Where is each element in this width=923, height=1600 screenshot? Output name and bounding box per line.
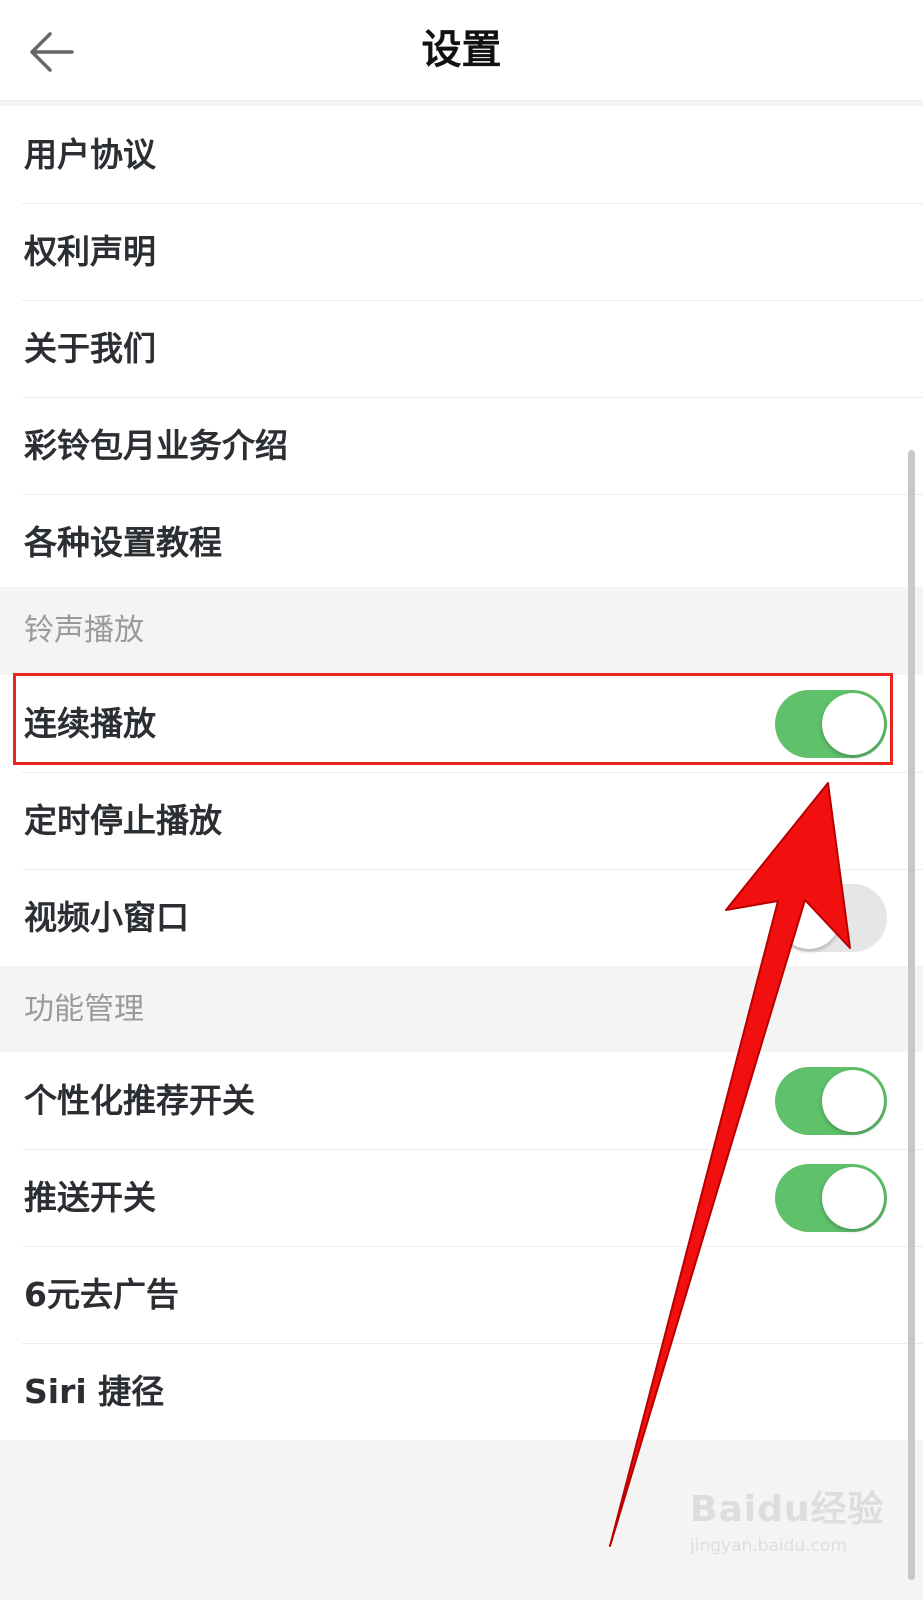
- row-timer-stop[interactable]: 定时停止播放: [0, 772, 923, 869]
- settings-group-info: 用户协议 权利声明 关于我们 彩铃包月业务介绍 各种设置教程: [0, 106, 923, 591]
- row-user-agreement[interactable]: 用户协议: [0, 106, 923, 203]
- row-ringback-intro[interactable]: 彩铃包月业务介绍: [0, 397, 923, 494]
- row-label: 各种设置教程: [24, 523, 222, 562]
- push-toggle[interactable]: [775, 1164, 887, 1232]
- row-video-mini-window[interactable]: 视频小窗口: [0, 869, 923, 966]
- section-header-ringtone: 铃声播放: [0, 587, 923, 675]
- nav-bar: 设置: [0, 0, 923, 101]
- toggle-knob: [778, 887, 840, 949]
- row-setup-tutorials[interactable]: 各种设置教程: [0, 494, 923, 591]
- watermark-brand: Baidu经验: [690, 1489, 885, 1530]
- toggle-knob: [822, 1070, 884, 1132]
- settings-group-features: 个性化推荐开关 推送开关 6元去广告 Siri 捷径: [0, 1052, 923, 1440]
- toggle-knob: [822, 693, 884, 755]
- personalized-toggle[interactable]: [775, 1067, 887, 1135]
- scrollbar[interactable]: [908, 450, 915, 1580]
- row-label: 用户协议: [24, 135, 156, 174]
- row-label: 定时停止播放: [24, 801, 222, 840]
- page-title: 设置: [421, 27, 502, 73]
- row-remove-ads[interactable]: 6元去广告: [0, 1246, 923, 1343]
- row-rights-statement[interactable]: 权利声明: [0, 203, 923, 300]
- row-label: 推送开关: [24, 1178, 156, 1217]
- row-label: 视频小窗口: [24, 898, 189, 937]
- row-push-switch[interactable]: 推送开关: [0, 1149, 923, 1246]
- toggle-knob: [822, 1167, 884, 1229]
- row-personalized-recommend[interactable]: 个性化推荐开关: [0, 1052, 923, 1149]
- watermark: Baidu经验 jingyan.baidu.com: [690, 1480, 910, 1590]
- continuous-play-toggle[interactable]: [775, 690, 887, 758]
- row-siri-shortcut[interactable]: Siri 捷径: [0, 1343, 923, 1440]
- row-label: 6元去广告: [24, 1275, 179, 1314]
- video-mini-window-toggle[interactable]: [775, 884, 887, 952]
- row-label: 彩铃包月业务介绍: [24, 426, 288, 465]
- section-header-features: 功能管理: [0, 966, 923, 1054]
- row-about-us[interactable]: 关于我们: [0, 300, 923, 397]
- row-label: Siri 捷径: [24, 1372, 165, 1411]
- row-label: 连续播放: [24, 704, 156, 743]
- watermark-url: jingyan.baidu.com: [690, 1536, 847, 1556]
- row-label: 权利声明: [24, 232, 156, 271]
- row-label: 关于我们: [24, 329, 156, 368]
- row-label: 个性化推荐开关: [24, 1081, 255, 1120]
- settings-group-ringtone: 连续播放 定时停止播放 视频小窗口: [0, 675, 923, 966]
- row-continuous-play[interactable]: 连续播放: [0, 675, 923, 772]
